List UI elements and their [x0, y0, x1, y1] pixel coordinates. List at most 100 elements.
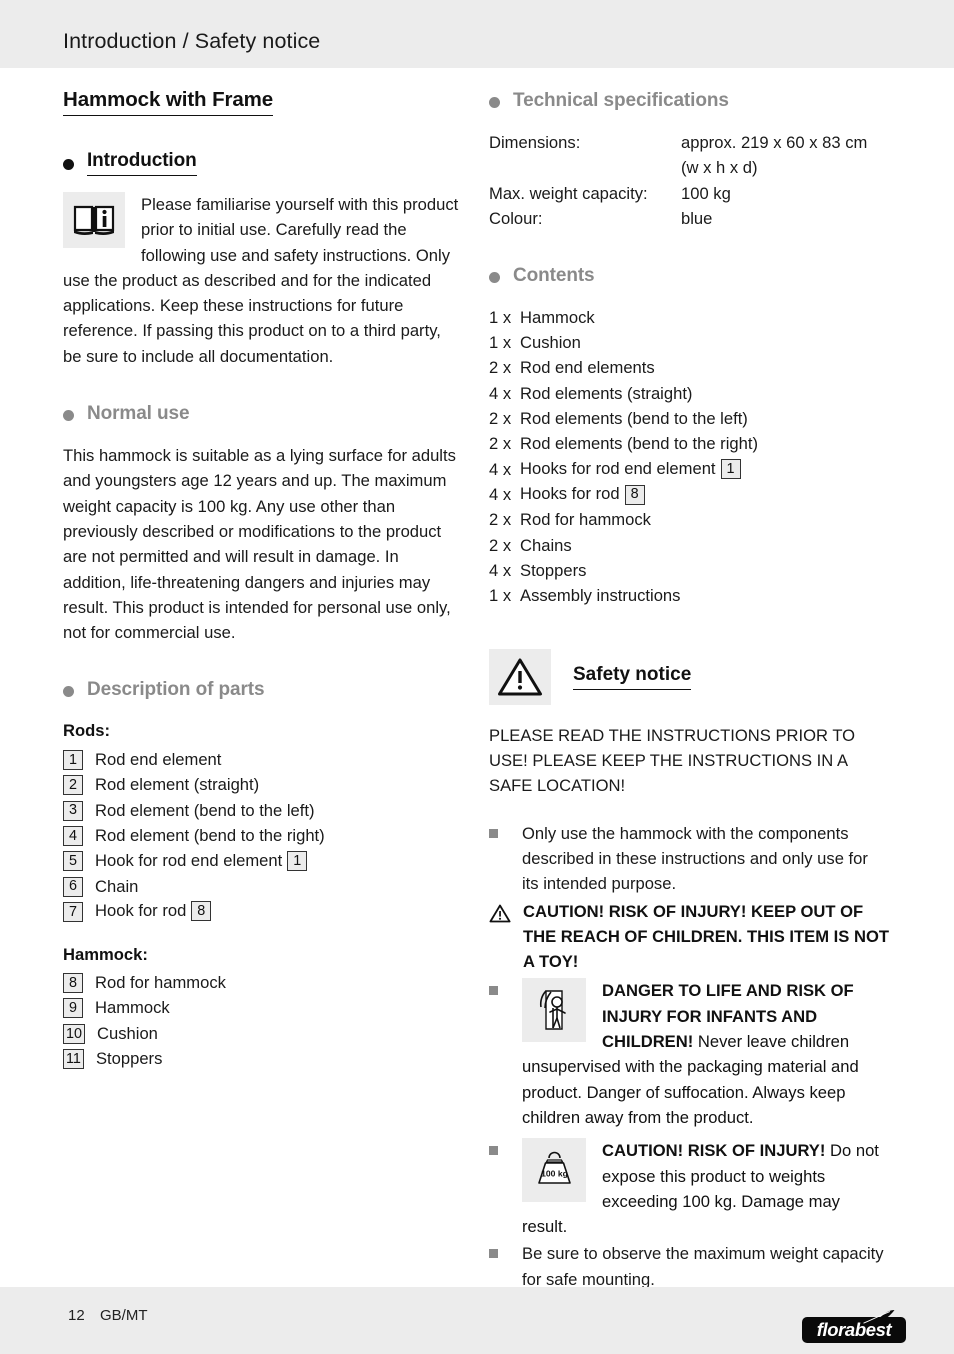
safety-danger-infants-body: DANGER TO LIFE AND RISK OF INJURY FOR IN…: [522, 978, 889, 1130]
content-quantity: 1 x: [489, 307, 512, 327]
product-title: Hammock with Frame: [63, 88, 273, 116]
content-label: Rod elements (bend to the left): [520, 409, 748, 429]
part-label: Hook for rod end element 1: [95, 850, 308, 872]
content-label: Cushion: [520, 333, 581, 353]
content-label: Rod for hammock: [520, 510, 651, 530]
warning-triangle-icon: [489, 648, 551, 705]
part-row: 9 Hammock: [63, 996, 463, 1021]
part-number-box: 5: [63, 851, 83, 872]
spec-value: blue: [681, 208, 713, 228]
part-number-box: 4: [63, 825, 83, 846]
square-bullet-icon: [489, 1146, 498, 1156]
part-label: Chain: [95, 876, 139, 896]
content-quantity: 2 x: [489, 409, 512, 429]
content-quantity: 2 x: [489, 358, 512, 378]
content-row: 4 x Hooks for rod end element 1: [489, 457, 889, 482]
content-quantity: 1 x: [489, 333, 512, 353]
part-number-box: 1: [63, 750, 83, 771]
subheading-hammock: Hammock:: [63, 944, 148, 964]
content-label: Rod end elements: [520, 358, 655, 378]
weight-limit-icon: 100 kg: [522, 1138, 586, 1203]
part-row: 6 Chain: [63, 874, 463, 899]
content-row: 1 x Assembly instructions: [489, 583, 889, 608]
content-row: 2 x Rod for hammock: [489, 508, 889, 533]
section-heading-normal-use: Normal use: [63, 403, 463, 425]
content-row: 2 x Rod elements (bend to the left): [489, 406, 889, 431]
section-title-safety-notice: Safety notice: [573, 664, 692, 690]
content-row: 4 x Rod elements (straight): [489, 381, 889, 406]
part-number-box: 9: [63, 998, 83, 1019]
content-label: Assembly instructions: [520, 586, 681, 606]
content-quantity: 1 x: [489, 586, 512, 606]
part-row: 3 Rod element (bend to the left): [63, 798, 463, 823]
part-number-box: 1: [287, 850, 308, 871]
content-quantity: 4 x: [489, 459, 512, 479]
square-bullet-icon: [489, 986, 498, 996]
safety-caution-weight: 100 kg CAUTION! RISK OF INJURY! Do not e…: [489, 1138, 889, 1239]
subheading-rods: Rods:: [63, 721, 111, 741]
section-heading-description-of-parts: Description of parts: [63, 679, 463, 701]
content-quantity: 4 x: [489, 383, 512, 403]
bullet-dot-icon: [489, 271, 500, 283]
content-row: 1 x Cushion: [489, 330, 889, 355]
content-row: 2 x Rod elements (bend to the right): [489, 432, 889, 457]
bullet-dot-icon: [489, 96, 500, 108]
part-number-box: 6: [63, 876, 83, 897]
part-row: 7 Hook for rod 8: [63, 899, 463, 924]
content-label: Hammock: [520, 307, 595, 327]
content-quantity: 2 x: [489, 510, 512, 530]
warning-triangle-small-icon: [489, 904, 511, 975]
page-header-title: Introduction / Safety notice: [63, 29, 321, 53]
safety-bullet-mounting-text: Be sure to observe the maximum weight ca…: [522, 1244, 884, 1289]
right-column: Technical specifications Dimensions: appr…: [489, 68, 889, 1292]
section-title-contents: Contents: [513, 265, 595, 287]
content-label: Stoppers: [520, 560, 587, 580]
section-title-technical-specifications: Technical specifications: [513, 90, 729, 111]
page-content: Hammock with Frame Introduction Please f…: [0, 68, 954, 1289]
safety-danger-infants: DANGER TO LIFE AND RISK OF INJURY FOR IN…: [489, 978, 889, 1130]
safety-bullet-components: Only use the hammock with the components…: [489, 821, 889, 897]
svg-text:100 kg: 100 kg: [541, 1169, 568, 1179]
left-column: Hammock with Frame Introduction Please f…: [63, 68, 463, 1072]
content-row: 2 x Chains: [489, 533, 889, 558]
section-heading-technical-specifications: Technical specifications: [489, 90, 889, 112]
content-quantity: 2 x: [489, 535, 512, 555]
safety-caution-children-text: CAUTION! RISK OF INJURY! KEEP OUT OF THE…: [523, 901, 889, 972]
spec-key: Colour:: [489, 208, 543, 228]
part-label: Hook for rod 8: [95, 901, 212, 922]
content-row: 1 x Hammock: [489, 305, 889, 330]
safety-notice-intro: PLEASE READ THE INSTRUCTIONS PRIOR TO US…: [489, 725, 856, 796]
part-row: 8 Rod for hammock: [63, 971, 463, 996]
part-label: Rod element (straight): [95, 775, 260, 795]
content-label: Hooks for rod end element 1: [520, 459, 741, 480]
content-row: 2 x Rod end elements: [489, 356, 889, 381]
part-number-box: 8: [191, 901, 212, 922]
introduction-block: Please familiarise yourself with this pr…: [63, 192, 463, 369]
footer-language-code: GB/MT: [100, 1307, 148, 1324]
part-label: Hammock: [95, 998, 170, 1018]
safety-bullet-group: Only use the hammock with the components…: [489, 821, 889, 1292]
content-quantity: 4 x: [489, 560, 512, 580]
square-bullet-icon: [489, 828, 498, 838]
child-suffocation-icon: [522, 978, 586, 1043]
square-bullet-icon: [489, 1249, 498, 1259]
section-title-normal-use: Normal use: [87, 403, 190, 425]
section-heading-safety-notice: Safety notice: [489, 648, 889, 705]
rods-part-list: 1 Rod end element 2 Rod element (straight) 3…: [63, 747, 463, 924]
content-label: Rod elements (straight): [520, 383, 693, 403]
part-label: Rod end element: [95, 750, 222, 770]
contents-list: 1 x Hammock 1 x Cushion 2 x Rod end elements 4…: [489, 305, 889, 609]
part-row: 5 Hook for rod end element 1: [63, 849, 463, 874]
section-heading-contents: Contents: [489, 265, 889, 287]
spec-value: 100 kg: [681, 183, 731, 203]
spec-key: Dimensions:: [489, 133, 581, 152]
part-row: 2 Rod element (straight): [63, 773, 463, 798]
content-label: Chains: [520, 535, 572, 555]
part-number-box: 8: [624, 484, 645, 505]
florabest-logo: florabest: [802, 1310, 906, 1343]
normal-use-paragraph: This hammock is suitable as a lying surf…: [63, 446, 456, 643]
section-title-description-of-parts: Description of parts: [87, 679, 265, 701]
safety-caution-weight-body: 100 kg CAUTION! RISK OF INJURY! Do not e…: [522, 1138, 889, 1239]
spec-row: Max. weight capacity: 100 kg: [489, 181, 889, 206]
part-label: Stoppers: [95, 1049, 163, 1069]
